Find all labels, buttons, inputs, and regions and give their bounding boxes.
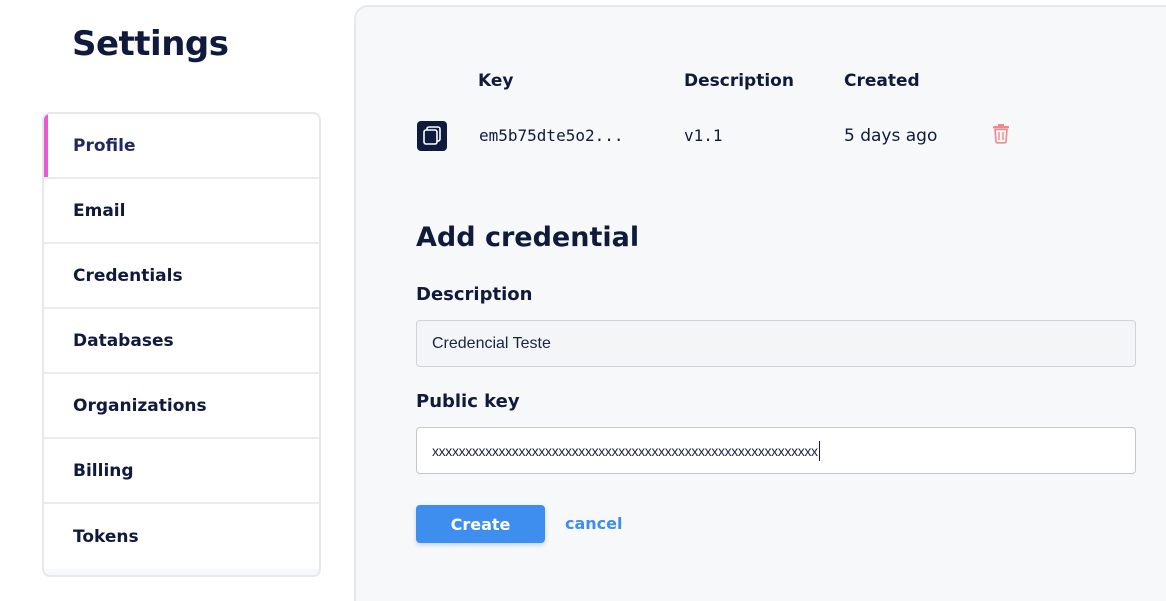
delete-credential-button[interactable]	[991, 122, 1011, 144]
sidebar-item-label: Billing	[73, 460, 134, 481]
sidebar-item-label: Credentials	[73, 265, 183, 286]
sidebar-item-label: Organizations	[73, 395, 207, 416]
sidebar-item-profile[interactable]: Profile	[44, 114, 319, 179]
sidebar-item-email[interactable]: Email	[44, 179, 319, 244]
trash-icon	[991, 122, 1011, 148]
sidebar-item-databases[interactable]: Databases	[44, 309, 319, 374]
settings-page: Settings Profile Email Credentials Datab…	[0, 0, 1166, 601]
column-header-created: Created	[844, 71, 920, 91]
page-title: Settings	[72, 24, 229, 64]
sidebar-item-label: Profile	[73, 135, 136, 156]
sidebar-item-billing[interactable]: Billing	[44, 439, 319, 504]
description-input[interactable]: Credencial Teste	[416, 320, 1136, 367]
column-header-description: Description	[684, 71, 794, 91]
add-credential-title: Add credential	[416, 222, 640, 253]
credential-created: 5 days ago	[844, 126, 938, 146]
credential-key: em5b75dte5o2...	[479, 126, 624, 145]
public-key-input[interactable]: xxxxxxxxxxxxxxxxxxxxxxxxxxxxxxxxxxxxxxxx…	[416, 427, 1136, 474]
sidebar-item-credentials[interactable]: Credentials	[44, 244, 319, 309]
cancel-link[interactable]: cancel	[565, 514, 623, 533]
description-label: Description	[416, 284, 533, 305]
sidebar-item-organizations[interactable]: Organizations	[44, 374, 319, 439]
copy-key-button[interactable]	[417, 121, 447, 151]
create-button[interactable]: Create	[416, 505, 545, 543]
public-key-label: Public key	[416, 391, 520, 412]
column-header-key: Key	[478, 71, 514, 91]
public-key-input-value: xxxxxxxxxxxxxxxxxxxxxxxxxxxxxxxxxxxxxxxx…	[432, 442, 818, 459]
text-caret	[818, 440, 820, 461]
copy-icon	[421, 125, 443, 147]
sidebar-item-label: Tokens	[73, 526, 139, 547]
settings-sidebar: Profile Email Credentials Databases Orga…	[42, 112, 321, 577]
description-input-value: Credencial Teste	[432, 334, 551, 352]
sidebar-item-label: Databases	[73, 330, 174, 351]
credential-description: v1.1	[684, 126, 723, 145]
sidebar-item-tokens[interactable]: Tokens	[44, 504, 319, 569]
sidebar-item-label: Email	[73, 200, 126, 221]
